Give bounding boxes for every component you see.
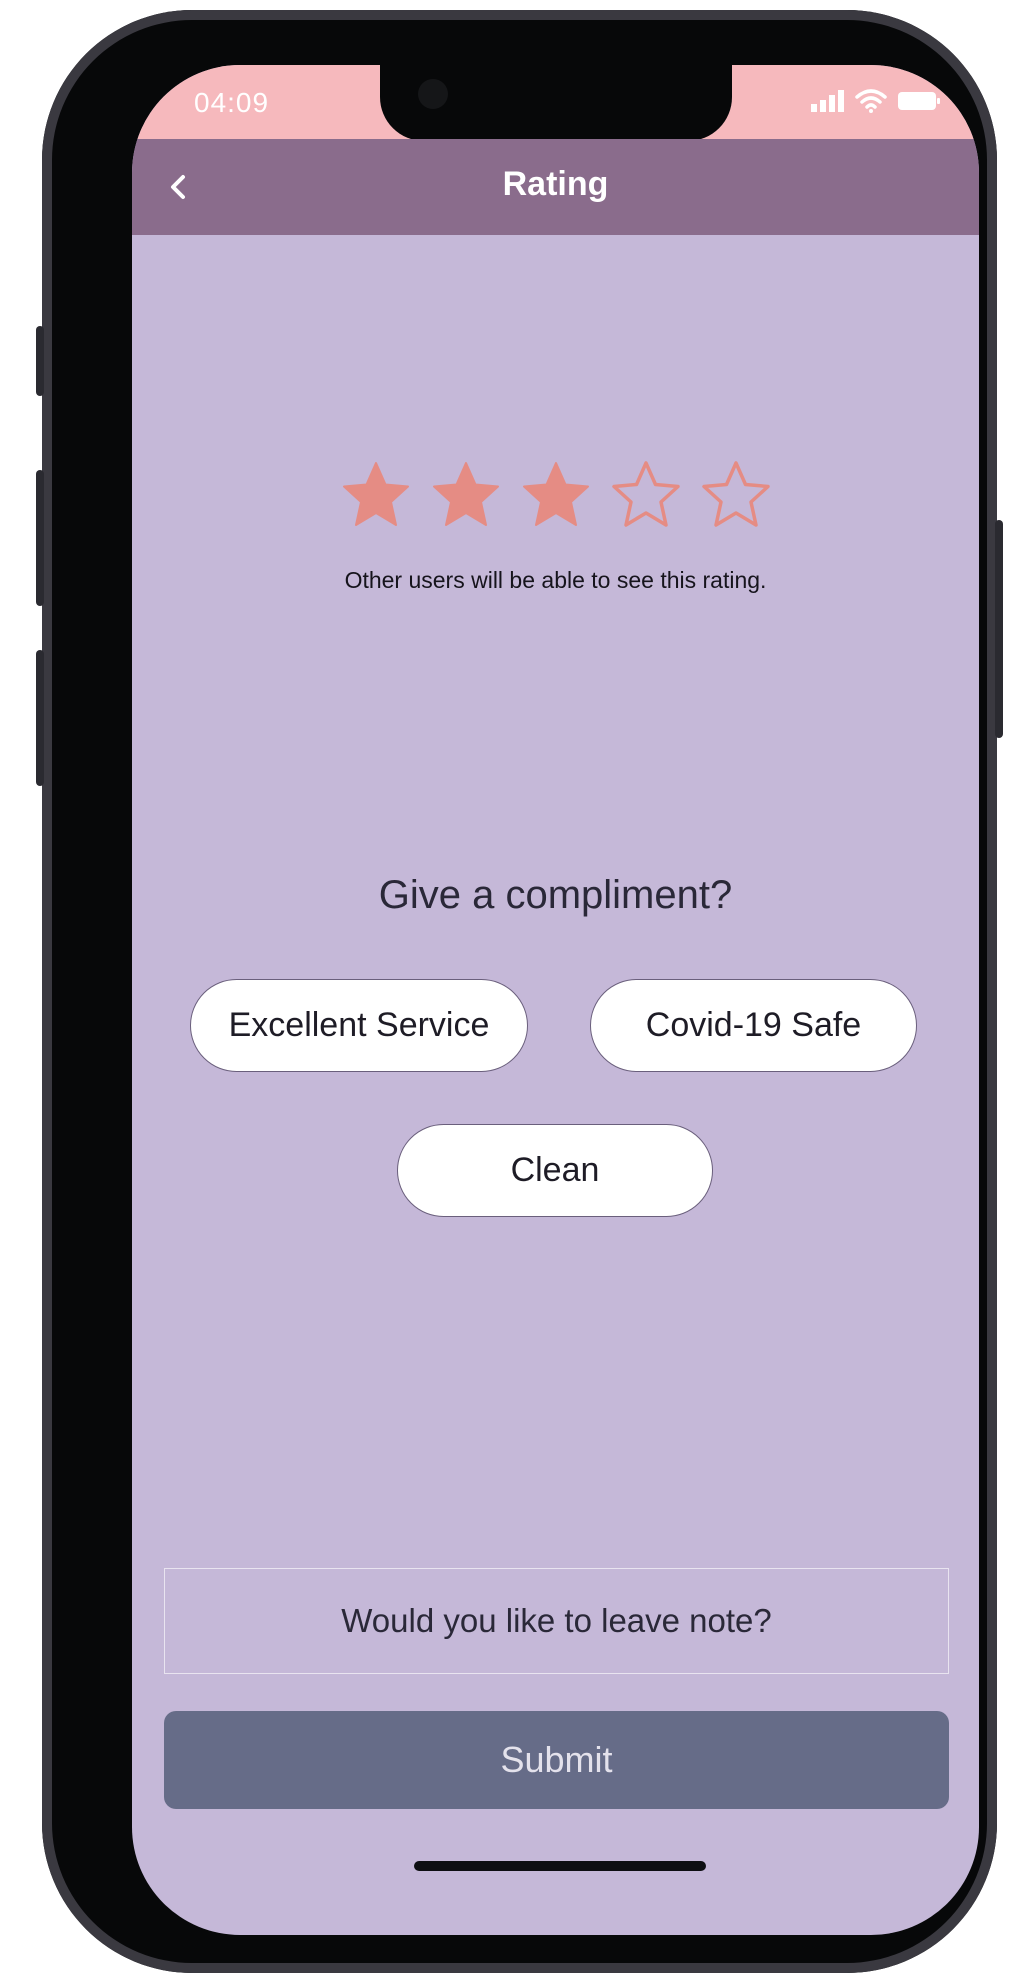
app-screen: 04:09 Rating Other users will be able to… (132, 65, 979, 1935)
front-camera (418, 79, 448, 109)
note-input[interactable]: Would you like to leave note? (164, 1568, 949, 1674)
status-icons (811, 89, 941, 113)
volume-up-button (36, 470, 44, 606)
star-rating[interactable] (132, 459, 979, 531)
page-title: Rating (502, 165, 609, 203)
signal-icon (811, 90, 844, 112)
star-outline-icon[interactable] (610, 459, 682, 531)
navigation-bar: Rating (132, 139, 979, 235)
battery-icon (898, 92, 940, 110)
star-filled-icon[interactable] (340, 459, 412, 531)
status-time: 04:09 (194, 87, 270, 118)
star-filled-icon[interactable] (520, 459, 592, 531)
volume-down-button (36, 650, 44, 786)
compliment-chip-excellent-service[interactable]: Excellent Service (190, 979, 528, 1072)
star-outline-icon[interactable] (700, 459, 772, 531)
compliment-chip-clean[interactable]: Clean (397, 1124, 713, 1217)
phone-frame: 04:09 Rating Other users will be able to… (36, 10, 1003, 1973)
home-indicator (414, 1861, 706, 1871)
notch (380, 65, 732, 141)
submit-button[interactable]: Submit (164, 1711, 949, 1809)
star-filled-icon[interactable] (430, 459, 502, 531)
wifi-icon (855, 89, 887, 113)
compliment-chip-covid-19-safe[interactable]: Covid-19 Safe (590, 979, 917, 1072)
power-button (995, 520, 1003, 738)
compliment-heading: Give a compliment? (378, 873, 733, 917)
mute-switch (36, 326, 44, 396)
rating-visibility-note: Other users will be able to see this rat… (344, 567, 767, 593)
